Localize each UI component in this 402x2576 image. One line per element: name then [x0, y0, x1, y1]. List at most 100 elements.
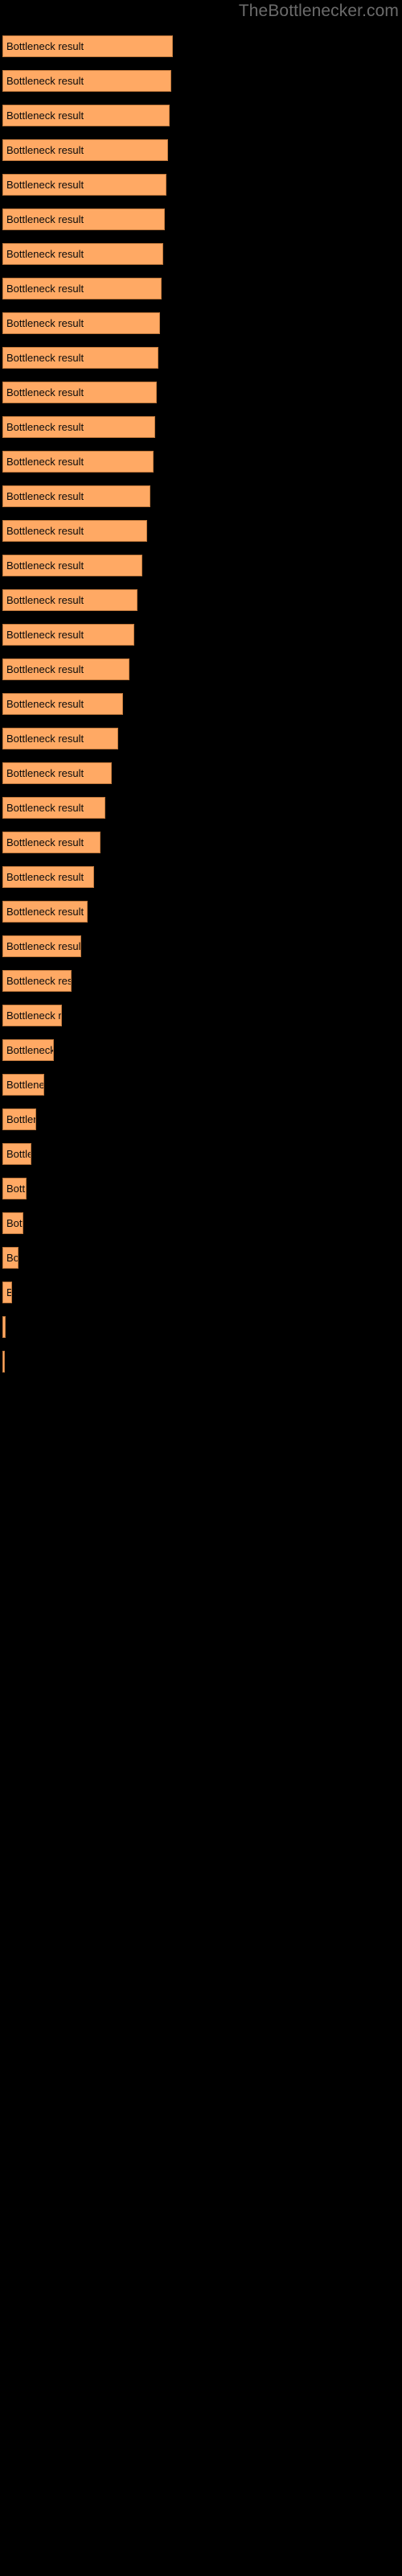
bar-label: Bottleneck result — [6, 1286, 11, 1298]
bar-label: Bottleneck result — [6, 870, 84, 883]
chart-row: Bottleneck result — [0, 510, 402, 544]
bar-label: Bottleneck result — [6, 628, 84, 641]
chart-row: Bottleneck result — [0, 406, 402, 440]
chart-row: Bottleneck result — [0, 1167, 402, 1202]
bar[interactable]: Bottleneck result — [2, 1316, 6, 1338]
bar[interactable]: Bottleneck result — [2, 1108, 36, 1130]
chart-row: Bottleneck result — [0, 440, 402, 475]
bar[interactable]: Bottleneck result — [2, 347, 158, 369]
bar-label: Bottleneck result — [6, 1113, 35, 1125]
bar-label: Bottleneck result — [6, 939, 81, 952]
chart-row: Bottleneck result — [0, 1029, 402, 1063]
bar[interactable]: Bottleneck result — [2, 312, 160, 334]
bar-label: Bottleneck result — [6, 801, 84, 814]
bar[interactable]: Bottleneck result — [2, 208, 165, 230]
chart-row: Bottleneck result — [0, 1133, 402, 1167]
bar-label: Bottleneck result — [6, 697, 84, 710]
bar-label: Bottleneck result — [6, 282, 84, 295]
chart-row: Bottleneck result — [0, 1098, 402, 1133]
chart-row: Bottleneck result — [0, 371, 402, 406]
bar[interactable]: Bottleneck result — [2, 762, 112, 784]
bar[interactable]: Bottleneck result — [2, 485, 150, 507]
bottleneck-bar-chart: Bottleneck result Bottleneck result Bottle… — [0, 25, 402, 1410]
bar[interactable]: Bottleneck result — [2, 901, 88, 923]
bar-label: Bottleneck result — [6, 386, 84, 398]
bar-label: Bottleneck result — [6, 1009, 62, 1022]
chart-row: Bottleneck result — [0, 1271, 402, 1306]
chart-row: Bottleneck result — [0, 890, 402, 925]
bar[interactable]: Bottleneck result — [2, 416, 155, 438]
bar[interactable]: Bottleneck result — [2, 728, 118, 749]
bar[interactable]: Bottleneck result — [2, 243, 163, 265]
bar-label: Bottleneck result — [6, 732, 84, 745]
chart-row: Bottleneck result — [0, 25, 402, 60]
bar[interactable]: Bottleneck result — [2, 382, 157, 403]
bar[interactable]: Bottleneck result — [2, 451, 154, 473]
chart-row: Bottleneck result — [0, 821, 402, 856]
bar[interactable]: Bottleneck result — [2, 174, 166, 196]
bar[interactable]: Bottleneck result — [2, 624, 134, 646]
bar[interactable]: Bottleneck result — [2, 866, 94, 888]
bar-label: Bottleneck result — [6, 213, 84, 225]
bar[interactable]: Bottleneck result — [2, 520, 147, 542]
bar-label: Bottleneck result — [6, 1043, 54, 1056]
chart-row: Bottleneck result — [0, 1063, 402, 1098]
chart-row: Bottleneck result — [0, 94, 402, 129]
chart-row: Bottleneck result — [0, 544, 402, 579]
bar[interactable]: Bottleneck result — [2, 693, 123, 715]
bar[interactable]: Bottleneck result — [2, 555, 142, 576]
bar[interactable]: Bottleneck result — [2, 1143, 31, 1165]
chart-row: Bottleneck result — [0, 613, 402, 648]
bar-label: Bottleneck result — [6, 593, 84, 606]
chart-row: Bottleneck result — [0, 925, 402, 960]
chart-row: Bottleneck result — [0, 198, 402, 233]
bar[interactable]: Bottleneck result — [2, 658, 129, 680]
bar[interactable]: Bottleneck result — [2, 1247, 18, 1269]
bar[interactable]: Bottleneck result — [2, 1178, 27, 1199]
bar[interactable]: Bottleneck result — [2, 589, 137, 611]
chart-row: Bottleneck result — [0, 1306, 402, 1340]
bar[interactable]: Bottleneck result — [2, 1282, 12, 1303]
bar[interactable]: Bottleneck result — [2, 35, 173, 57]
bar[interactable]: Bottleneck result — [2, 1212, 23, 1234]
bar-label: Bottleneck result — [6, 836, 84, 848]
bar[interactable]: Bottleneck result — [2, 1039, 54, 1061]
chart-row: Bottleneck result — [0, 579, 402, 613]
chart-row: Bottleneck result — [0, 302, 402, 336]
bar[interactable]: Bottleneck result — [2, 1351, 5, 1373]
bar[interactable]: Bottleneck result — [2, 70, 171, 92]
chart-row: Bottleneck result — [0, 786, 402, 821]
chart-row: Bottleneck result — [0, 1236, 402, 1271]
bar[interactable]: Bottleneck result — [2, 278, 162, 299]
chart-row: Bottleneck result — [0, 1202, 402, 1236]
chart-row: Bottleneck result — [0, 752, 402, 786]
bar-label: Bottleneck result — [6, 247, 84, 260]
chart-row: Bottleneck result — [0, 683, 402, 717]
bar-label: Bottleneck result — [6, 1147, 31, 1160]
bar[interactable]: Bottleneck result — [2, 139, 168, 161]
bar-label: Bottleneck result — [6, 1216, 23, 1229]
chart-row: Bottleneck result — [0, 336, 402, 371]
bar[interactable]: Bottleneck result — [2, 935, 81, 957]
bar[interactable]: Bottleneck result — [2, 797, 105, 819]
bar-label: Bottleneck result — [6, 905, 84, 918]
chart-row: Bottleneck result — [0, 60, 402, 94]
chart-row: Bottleneck result — [0, 960, 402, 994]
bar-label: Bottleneck result — [6, 974, 72, 987]
bar-label: Bottleneck result — [6, 39, 84, 52]
bar-label: Bottleneck result — [6, 559, 84, 572]
site-watermark: TheBottlenecker.com — [238, 2, 399, 20]
bar[interactable]: Bottleneck result — [2, 1005, 62, 1026]
bar-label: Bottleneck result — [6, 524, 84, 537]
bar[interactable]: Bottleneck result — [2, 970, 72, 992]
bar-label: Bottleneck result — [6, 109, 84, 122]
bar[interactable]: Bottleneck result — [2, 105, 170, 126]
chart-row: Bottleneck result — [0, 856, 402, 890]
bar-label: Bottleneck result — [6, 1078, 44, 1091]
chart-row: Bottleneck result — [0, 267, 402, 302]
bar-label: Bottleneck result — [6, 766, 84, 779]
bar-label: Bottleneck result — [6, 351, 84, 364]
bar-label: Bottleneck result — [6, 316, 84, 329]
bar[interactable]: Bottleneck result — [2, 832, 100, 853]
bar[interactable]: Bottleneck result — [2, 1074, 44, 1096]
